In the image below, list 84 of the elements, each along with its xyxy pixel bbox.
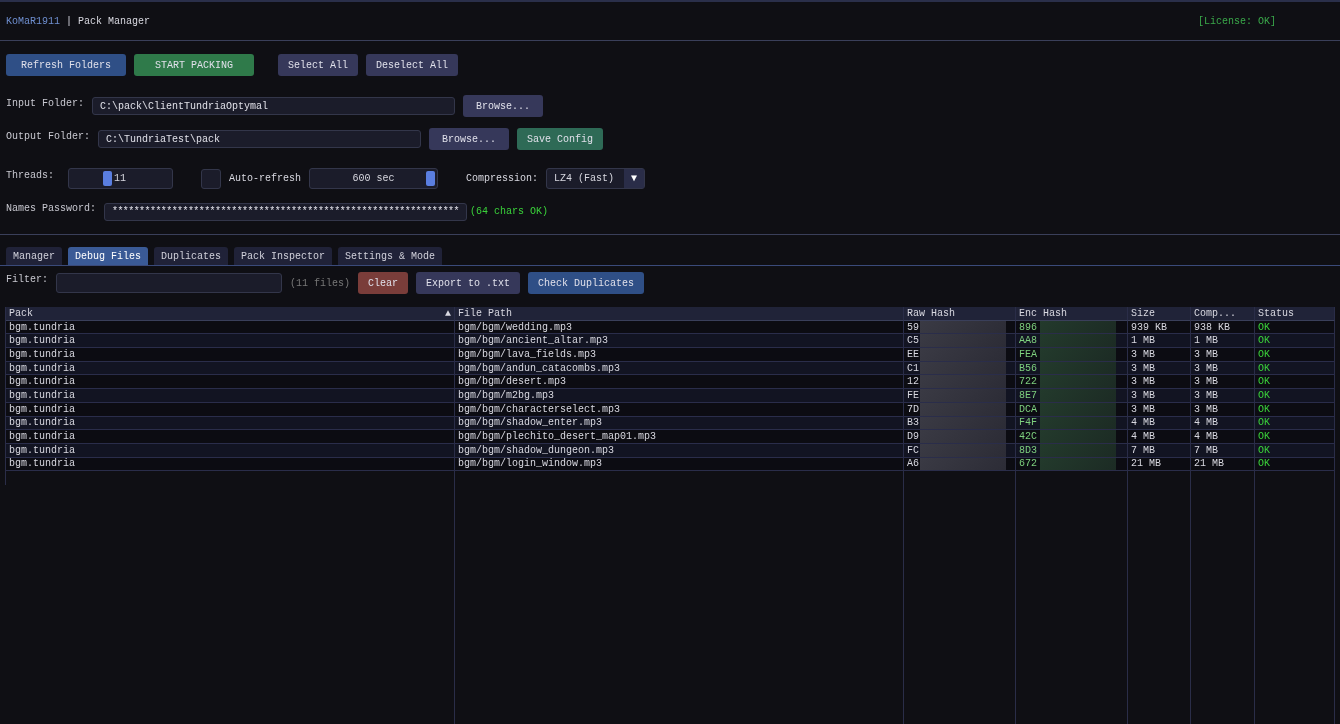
field-label: Input Folder: xyxy=(6,97,84,109)
dropdown-value: LZ4 (Fast) xyxy=(553,173,616,184)
table-cell: bgm/bgm/plechito_desert_map01.mp3 xyxy=(455,430,904,444)
input-field[interactable]: C:\pack\ClientTundriaOptymal xyxy=(92,97,455,115)
table-cell: AA8 xyxy=(1016,334,1128,349)
password-status: (64 chars OK) xyxy=(470,206,549,217)
table-cell: bgm.tundria xyxy=(6,334,455,349)
table-cell: C5 xyxy=(904,334,1016,349)
filter-field[interactable] xyxy=(56,273,282,293)
column-title: Enc Hash xyxy=(1019,307,1067,319)
slider-value: 600 sec xyxy=(352,173,395,184)
table-cell: 3 MB xyxy=(1191,348,1255,362)
checkbox[interactable] xyxy=(201,168,221,189)
tab[interactable]: Debug Files xyxy=(68,247,149,265)
window-title: Pack Manager xyxy=(78,15,151,27)
column-title: Pack xyxy=(9,307,33,319)
slider-value: 11 xyxy=(114,173,127,184)
brand-name: KoMaR1911 xyxy=(6,15,60,27)
table-cell: D9 xyxy=(904,430,1016,444)
table-cell: 12 xyxy=(904,375,1016,390)
field-label: Names Password: xyxy=(6,202,96,214)
table-cell: 8E7 xyxy=(1016,389,1128,403)
table-cell: FE xyxy=(904,389,1016,403)
table-cell: 1 MB xyxy=(1191,334,1255,349)
button[interactable]: Browse... xyxy=(429,128,509,150)
button[interactable]: Refresh Folders xyxy=(6,54,126,76)
button[interactable]: START PACKING xyxy=(134,54,254,76)
button[interactable]: Select All xyxy=(278,54,358,76)
sort-arrow-icon: ▲ xyxy=(445,307,451,319)
button[interactable]: Export to .txt xyxy=(416,272,521,294)
column-title: Size xyxy=(1131,307,1155,319)
table-cell: OK xyxy=(1255,389,1335,403)
checkbox-label: Auto-refresh xyxy=(229,173,302,184)
button[interactable]: Clear xyxy=(358,272,409,294)
table-cell: FEA xyxy=(1016,348,1128,362)
file-count: (11 files) xyxy=(290,277,351,289)
table-cell: EE xyxy=(904,348,1016,362)
slider[interactable]: 600 sec xyxy=(309,168,439,189)
table-cell: 3 MB xyxy=(1128,375,1191,390)
slider[interactable]: 11 xyxy=(68,168,173,189)
column-title: File Path xyxy=(458,307,512,319)
password-field[interactable]: **************************************************************** xyxy=(104,202,467,221)
slider-thumb[interactable] xyxy=(102,171,112,186)
table-cell: OK xyxy=(1255,334,1335,349)
table-cell: OK xyxy=(1255,348,1335,362)
tab[interactable]: Manager xyxy=(6,247,62,265)
table-cell: OK xyxy=(1255,430,1335,444)
title-separator: | xyxy=(66,15,73,27)
table-cell: 3 MB xyxy=(1191,375,1255,390)
field-label: Output Folder: xyxy=(6,130,90,142)
field-label: Compression: xyxy=(466,173,539,184)
license-status: [License: OK] xyxy=(1198,15,1276,27)
table-cell: 4 MB xyxy=(1191,430,1255,444)
column-title: Raw Hash xyxy=(907,307,955,319)
table-cell: 4 MB xyxy=(1128,430,1191,444)
tab[interactable]: Pack Inspector xyxy=(234,247,333,265)
table-cell: 722 xyxy=(1016,375,1128,390)
table-cell: bgm/bgm/m2bg.mp3 xyxy=(455,389,904,403)
column-title: Status xyxy=(1258,307,1294,319)
save-config-button[interactable]: Save Config xyxy=(517,128,604,150)
table-cell: 42C xyxy=(1016,430,1128,444)
field-label: Filter: xyxy=(6,273,48,285)
table-cell: 1 MB xyxy=(1128,334,1191,349)
button[interactable]: Browse... xyxy=(463,95,543,117)
input-field[interactable]: C:\TundriaTest\pack xyxy=(98,130,421,148)
table-cell: 3 MB xyxy=(1128,348,1191,362)
column-title: Comp... xyxy=(1194,307,1236,319)
tab[interactable]: Duplicates xyxy=(154,247,229,265)
button[interactable]: Check Duplicates xyxy=(528,272,645,294)
table-cell: bgm.tundria xyxy=(6,375,455,390)
table-cell: bgm/bgm/ancient_altar.mp3 xyxy=(455,334,904,349)
table-cell: bgm/bgm/desert.mp3 xyxy=(455,375,904,390)
table-cell: 3 MB xyxy=(1128,389,1191,403)
slider-thumb[interactable] xyxy=(426,171,436,186)
table-cell: bgm.tundria xyxy=(6,430,455,444)
table-cell: bgm.tundria xyxy=(6,348,455,362)
button[interactable]: Deselect All xyxy=(366,54,459,76)
table-cell: bgm.tundria xyxy=(6,389,455,403)
table-cell: 3 MB xyxy=(1191,389,1255,403)
table-cell: OK xyxy=(1255,375,1335,390)
compression-dropdown[interactable]: LZ4 (Fast) ▼ xyxy=(546,168,646,189)
table-cell: bgm/bgm/lava_fields.mp3 xyxy=(455,348,904,362)
tab[interactable]: Settings & Mode xyxy=(338,247,443,265)
field-label: Threads: xyxy=(6,169,54,181)
